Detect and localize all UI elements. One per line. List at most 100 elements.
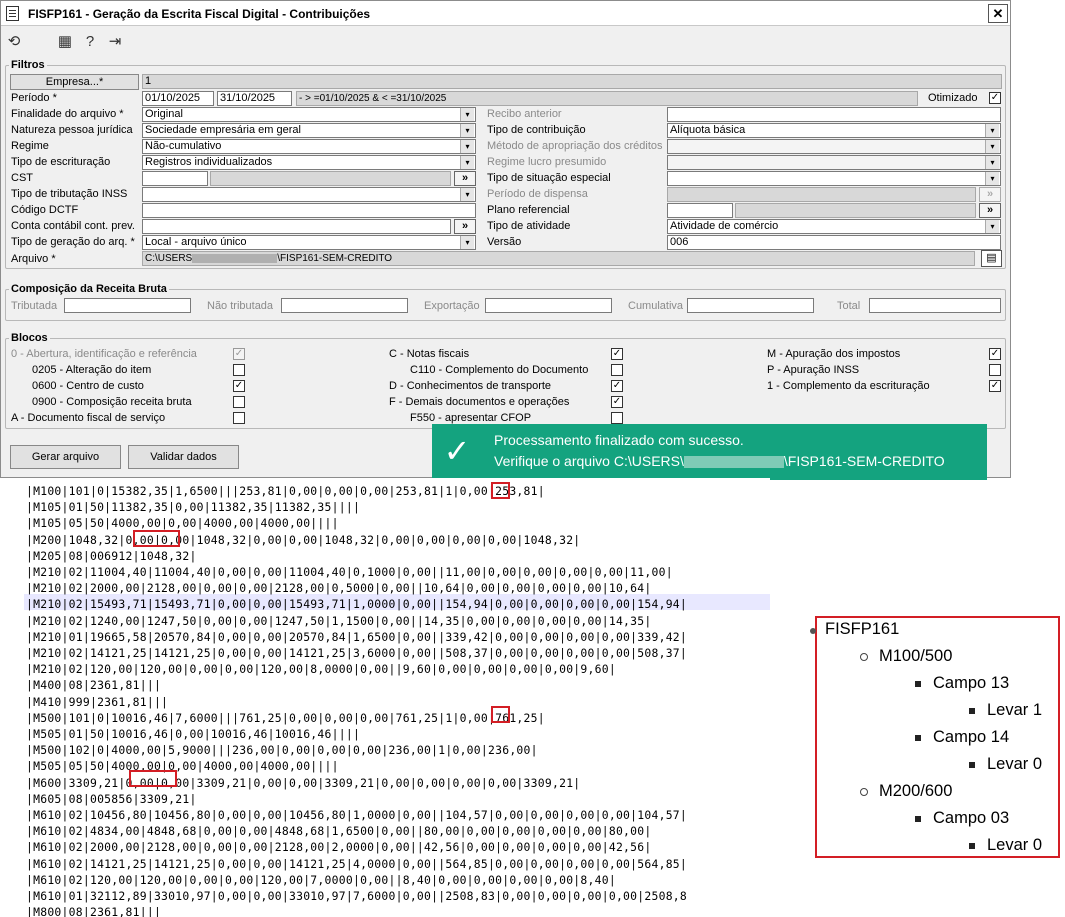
help-icon[interactable]: ? [81, 33, 99, 51]
chevron-down-icon[interactable]: ▾ [985, 156, 999, 169]
bloco-a-checkbox[interactable] [233, 412, 245, 424]
file-line: |M505|05|50|4000,00|0,00|4000,00|4000,00… [26, 759, 339, 774]
bloco-f550-checkbox[interactable] [611, 412, 623, 424]
plano-input[interactable] [667, 203, 733, 218]
contribuicao-select[interactable]: Alíquota básica ▾ [667, 123, 1001, 138]
cumulativa-input[interactable] [687, 298, 814, 313]
cst-input[interactable] [142, 171, 208, 186]
lucro-label: Regime lucro presumido [487, 156, 607, 168]
bloco-f-checkbox[interactable]: ✓ [611, 396, 623, 408]
escrituracao-value: Registros individualizados [145, 156, 273, 168]
file-line: |M210|02|2000,00|2128,00|0,00|0,00|2128,… [26, 581, 652, 596]
bloco-d-label: D - Conhecimentos de transporte [389, 380, 552, 392]
tree-leaf-levar1: Levar 1 [987, 701, 1043, 719]
title-bar: FISFP161 - Geração da Escrita Fiscal Dig… [1, 1, 1010, 26]
success-toast: ✓ Processamento finalizado com sucesso. … [432, 424, 987, 480]
bloco-p-checkbox[interactable] [989, 364, 1001, 376]
cst-lookup-button[interactable]: » [454, 171, 476, 186]
plano-description [735, 203, 976, 218]
situacao-select[interactable]: ▾ [667, 171, 1001, 186]
chevron-down-icon[interactable]: ▾ [460, 156, 474, 169]
nao-tributada-input[interactable] [281, 298, 408, 313]
escrituracao-select[interactable]: Registros individualizados ▾ [142, 155, 476, 170]
bloco-0900-checkbox[interactable] [233, 396, 245, 408]
chevron-down-icon[interactable]: ▾ [460, 108, 474, 121]
file-line: |M610|01|32112,89|33010,97|0,00|0,00|330… [26, 889, 688, 903]
bullet-square [969, 708, 975, 714]
toast-file-path: Verifique o arquivo C:\USERS\ \FISP161-SE… [494, 453, 945, 469]
gerar-arquivo-button[interactable]: Gerar arquivo [10, 445, 121, 469]
natureza-value: Sociedade empresária em geral [145, 124, 301, 136]
periodo-label: Período * [11, 92, 57, 104]
conta-label: Conta contábil cont. prev. [11, 220, 135, 232]
plano-lookup-button[interactable]: » [979, 203, 1001, 218]
bloco-0-checkbox[interactable]: ✓ [233, 348, 245, 360]
geracao-label: Tipo de geração do arq. * [11, 236, 135, 248]
tributada-label: Tributada [11, 300, 58, 312]
calendar-icon[interactable]: ▦ [56, 33, 74, 51]
browse-file-icon[interactable]: ▤ [981, 250, 1002, 267]
apropriacao-select[interactable]: ▾ [667, 139, 1001, 154]
empresa-field[interactable]: 1 [142, 74, 1002, 89]
tributada-input[interactable] [64, 298, 191, 313]
chevron-down-icon[interactable]: ▾ [460, 140, 474, 153]
total-input[interactable] [869, 298, 1001, 313]
chevron-down-icon[interactable]: ▾ [985, 172, 999, 185]
dispensa-lookup-button[interactable]: » [979, 187, 1001, 202]
geracao-select[interactable]: Local - arquivo único ▾ [142, 235, 476, 250]
atividade-select[interactable]: Atividade de comércio ▾ [667, 219, 1001, 234]
tree-node-campo03: Campo 03 [933, 809, 1010, 827]
recibo-label: Recibo anterior [487, 108, 562, 120]
lucro-select[interactable]: ▾ [667, 155, 1001, 170]
bloco-0205-checkbox[interactable] [233, 364, 245, 376]
empresa-button[interactable]: Empresa...* [10, 74, 139, 90]
text-editor[interactable]: |M100|101|0|15382,35|1,6500|||253,81|0,0… [0, 478, 770, 917]
bloco-0600-checkbox[interactable]: ✓ [233, 380, 245, 392]
periodo-from-input[interactable]: 01/10/2025 [142, 91, 214, 106]
otimizado-checkbox[interactable]: ✓ [989, 92, 1001, 104]
chevron-down-icon[interactable]: ▾ [460, 124, 474, 137]
versao-input[interactable]: 006 [667, 235, 1001, 250]
tree-leaf-levar0-a: Levar 0 [987, 755, 1043, 773]
chevron-down-icon[interactable]: ▾ [985, 124, 999, 137]
tree-node-campo13: Campo 13 [933, 674, 1010, 692]
dctf-input[interactable] [142, 203, 476, 218]
bloco-0-label: 0 - Abertura, identificação e referência [11, 348, 197, 360]
periodo-to-input[interactable]: 31/10/2025 [217, 91, 292, 106]
cumulativa-label: Cumulativa [628, 300, 684, 312]
tree-node-m100-500: M100/500 [879, 647, 953, 665]
toast-message: Processamento finalizado com sucesso. [494, 432, 744, 448]
file-line: |M210|02|15493,71|15493,71|0,00|0,00|154… [26, 597, 688, 612]
bloco-m-checkbox[interactable]: ✓ [989, 348, 1001, 360]
exit-icon[interactable]: ⇥ [106, 33, 124, 51]
chevron-down-icon[interactable]: ▾ [985, 220, 999, 233]
conta-input[interactable] [142, 219, 451, 234]
bloco-c-checkbox[interactable]: ✓ [611, 348, 623, 360]
blocos-title: Blocos [9, 332, 50, 344]
chevron-down-icon[interactable]: ▾ [460, 188, 474, 201]
conta-lookup-button[interactable]: » [454, 219, 476, 234]
file-line: |M610|02|2000,00|2128,00|0,00|0,00|2128,… [26, 840, 652, 855]
bullet-square [915, 735, 921, 741]
exportacao-input[interactable] [485, 298, 612, 313]
tributacao-inss-select[interactable]: ▾ [142, 187, 476, 202]
main-window: FISFP161 - Geração da Escrita Fiscal Dig… [0, 0, 1011, 478]
chevron-down-icon[interactable]: ▾ [460, 236, 474, 249]
validar-dados-button[interactable]: Validar dados [128, 445, 239, 469]
natureza-select[interactable]: Sociedade empresária em geral ▾ [142, 123, 476, 138]
arquivo-field[interactable]: C:\USERS \FISP161-SEM-CREDITO [142, 251, 975, 266]
finalidade-select[interactable]: Original ▾ [142, 107, 476, 122]
refresh-icon[interactable]: ⟲ [5, 33, 23, 51]
tributacao-inss-label: Tipo de tributação INSS [11, 188, 128, 200]
bloco-d-checkbox[interactable]: ✓ [611, 380, 623, 392]
atividade-label: Tipo de atividade [487, 220, 571, 232]
bloco-c110-checkbox[interactable] [611, 364, 623, 376]
versao-label: Versão [487, 236, 522, 248]
chevron-down-icon[interactable]: ▾ [985, 140, 999, 153]
total-label: Total [837, 300, 861, 312]
recibo-input[interactable] [667, 107, 1001, 122]
tree-node-campo14: Campo 14 [933, 728, 1010, 746]
bloco-1-checkbox[interactable]: ✓ [989, 380, 1001, 392]
close-button[interactable]: ✕ [988, 4, 1008, 23]
regime-select[interactable]: Não-cumulativo ▾ [142, 139, 476, 154]
